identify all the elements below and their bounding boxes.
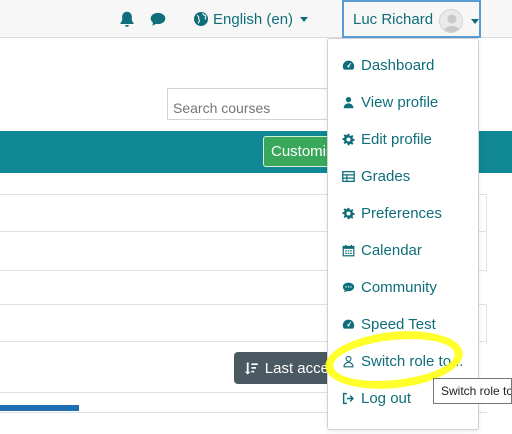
menu-item-switch-role[interactable]: Switch role to... [342,349,464,373]
menu-item-label: Edit profile [361,130,432,148]
menu-item-label: Calendar [361,241,422,259]
language-label: English ‎(en)‎ [213,10,294,28]
menu-item-grades[interactable]: Grades [342,164,410,188]
comment-icon [342,282,355,292]
dashboard-icon [342,60,355,70]
menu-item-label: Dashboard [361,56,435,74]
chevron-down-icon [300,17,309,22]
menu-item-label: Log out [361,389,412,407]
chevron-down-icon [471,19,479,24]
user-name: Luc Richard [353,10,434,28]
top-navbar: English ‎(en)‎ Luc Richard [0,0,512,38]
course-progress-bar [0,405,79,411]
menu-item-dashboard[interactable]: Dashboard [342,53,434,77]
menu-item-edit-profile[interactable]: Edit profile [342,127,432,151]
calendar-icon [342,244,355,256]
user-outline-icon [343,355,354,367]
cog-icon [342,133,355,145]
search-courses-input[interactable] [167,88,337,120]
sign-out-icon [342,392,355,404]
menu-item-label: Preferences [361,204,442,222]
menu-item-speed-test[interactable]: Speed Test [342,312,436,336]
menu-item-calendar[interactable]: Calendar [342,238,422,262]
user-menu-toggle[interactable]: Luc Richard [342,0,481,38]
table-icon [342,170,355,182]
bell-icon[interactable] [118,10,136,28]
customise-button[interactable]: Customise [263,136,333,167]
card-edge [479,304,487,344]
user-icon [343,96,354,108]
language-menu[interactable]: English ‎(en)‎ [193,10,309,28]
chat-bubble-icon[interactable] [149,10,167,28]
globe-icon [194,12,208,26]
menu-item-preferences[interactable]: Preferences [342,201,442,225]
menu-item-label: View profile [361,93,439,111]
card-edge [479,196,487,272]
avatar [439,9,463,33]
menu-item-label: Community [361,278,437,296]
dashboard-icon [342,319,355,329]
switch-role-tooltip: Switch role to... [433,378,512,404]
menu-item-community[interactable]: Community [342,275,437,299]
menu-item-label: Grades [361,167,411,185]
cog-icon [342,207,355,219]
menu-item-label: Speed Test [361,315,436,333]
user-dropdown-menu: Dashboard View profile Edit profile Grad… [327,38,479,430]
menu-item-label: Switch role to... [361,352,464,370]
sort-amount-down-icon [244,362,258,375]
menu-item-view-profile[interactable]: View profile [342,90,438,114]
menu-item-log-out[interactable]: Log out [342,386,411,410]
